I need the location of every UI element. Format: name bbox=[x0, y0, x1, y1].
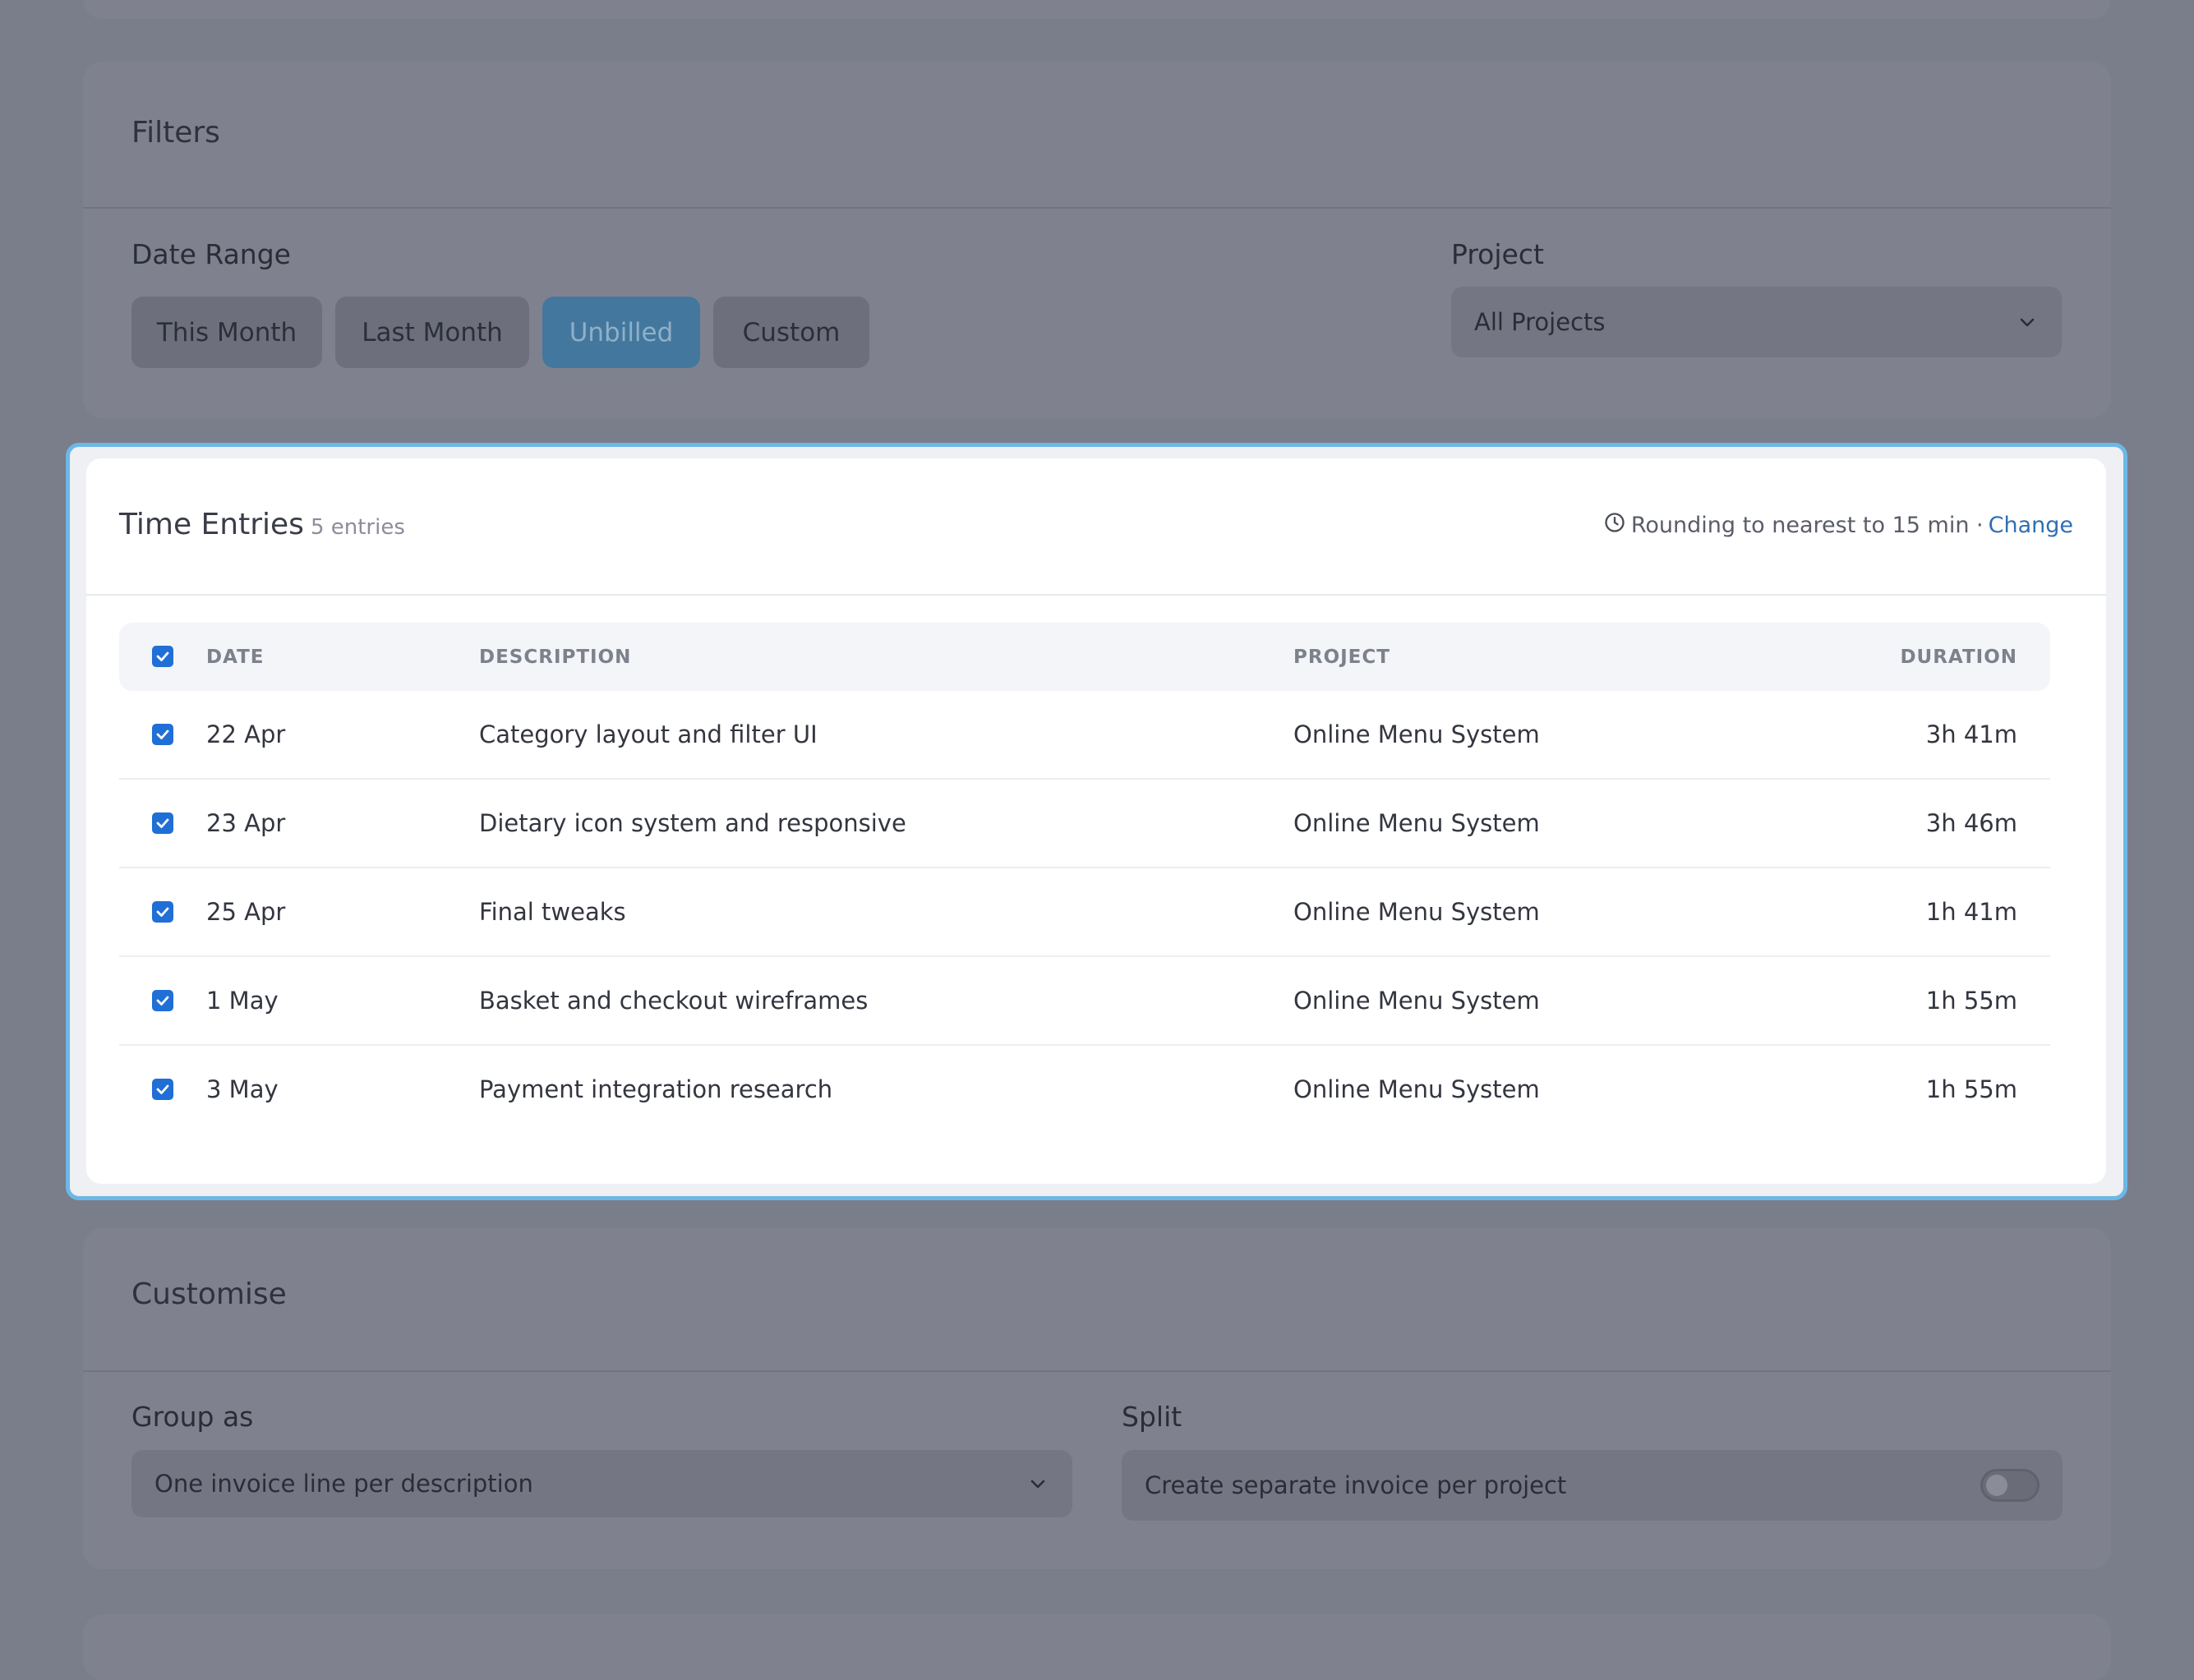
split-option-text: Create separate invoice per project bbox=[1145, 1471, 1567, 1499]
cell-project: Online Menu System bbox=[1293, 1075, 1540, 1103]
date-range-this-month-button[interactable]: This Month bbox=[131, 297, 322, 368]
checkmark-icon bbox=[156, 907, 169, 917]
filters-card: Filters Date Range This Month Last Month… bbox=[83, 62, 2111, 418]
checkmark-icon bbox=[156, 1084, 169, 1094]
clock-icon bbox=[1603, 511, 1626, 540]
cell-project: Online Menu System bbox=[1293, 809, 1540, 837]
filters-title: Filters bbox=[131, 116, 220, 150]
time-entries-table: DATE DESCRIPTION PROJECT DURATION 22 Apr… bbox=[119, 623, 2050, 1133]
cell-description: Category layout and filter UI bbox=[479, 720, 818, 748]
cell-date: 23 Apr bbox=[206, 809, 286, 837]
time-entries-header: Time Entries 5 entries bbox=[119, 508, 405, 541]
group-as-label: Group as bbox=[131, 1401, 254, 1433]
project-select-value: All Projects bbox=[1474, 308, 1606, 336]
cell-duration: 3h 46m bbox=[1925, 809, 2017, 837]
checkmark-icon bbox=[156, 730, 169, 739]
cell-duration: 1h 41m bbox=[1925, 898, 2017, 926]
cell-date: 25 Apr bbox=[206, 898, 286, 926]
row-checkbox[interactable] bbox=[152, 724, 173, 745]
split-option: Create separate invoice per project bbox=[1122, 1450, 2063, 1521]
table-row[interactable]: 3 May Payment integration research Onlin… bbox=[119, 1046, 2050, 1133]
previous-section-card bbox=[83, 0, 2111, 19]
column-header-date[interactable]: DATE bbox=[206, 623, 265, 691]
customise-divider bbox=[83, 1370, 2111, 1372]
table-row[interactable]: 25 Apr Final tweaks Online Menu System 1… bbox=[119, 868, 2050, 957]
cell-description: Basket and checkout wireframes bbox=[479, 987, 869, 1015]
table-row[interactable]: 22 Apr Category layout and filter UI Onl… bbox=[119, 691, 2050, 780]
row-checkbox[interactable] bbox=[152, 901, 173, 923]
cell-duration: 1h 55m bbox=[1925, 1075, 2017, 1103]
split-label: Split bbox=[1122, 1401, 1182, 1433]
cell-duration: 1h 55m bbox=[1925, 987, 2017, 1015]
cell-description: Final tweaks bbox=[479, 898, 626, 926]
group-as-select-value: One invoice line per description bbox=[154, 1470, 533, 1498]
filters-divider bbox=[83, 207, 2111, 209]
rounding-info: Rounding to nearest to 15 min · Change bbox=[1603, 511, 2073, 540]
customise-card: Customise Group as One invoice line per … bbox=[83, 1228, 2111, 1569]
row-checkbox[interactable] bbox=[152, 990, 173, 1011]
column-header-description[interactable]: DESCRIPTION bbox=[479, 623, 631, 691]
table-header-row: DATE DESCRIPTION PROJECT DURATION bbox=[119, 623, 2050, 691]
cell-date: 3 May bbox=[206, 1075, 279, 1103]
date-range-custom-button[interactable]: Custom bbox=[713, 297, 869, 368]
date-range-label: Date Range bbox=[131, 238, 291, 270]
rounding-change-link[interactable]: Change bbox=[1989, 513, 2073, 538]
time-entries-divider bbox=[86, 594, 2106, 596]
cell-project: Online Menu System bbox=[1293, 987, 1540, 1015]
cell-date: 1 May bbox=[206, 987, 279, 1015]
table-row[interactable]: 1 May Basket and checkout wireframes Onl… bbox=[119, 957, 2050, 1046]
next-section-card bbox=[83, 1614, 2111, 1680]
chevron-down-icon bbox=[1026, 1472, 1049, 1495]
chevron-down-icon bbox=[2016, 311, 2039, 334]
cell-description: Dietary icon system and responsive bbox=[479, 809, 906, 837]
row-checkbox[interactable] bbox=[152, 812, 173, 834]
row-checkbox[interactable] bbox=[152, 1079, 173, 1100]
cell-project: Online Menu System bbox=[1293, 720, 1540, 748]
table-row[interactable]: 23 Apr Dietary icon system and responsiv… bbox=[119, 780, 2050, 868]
project-select[interactable]: All Projects bbox=[1451, 287, 2062, 357]
cell-date: 22 Apr bbox=[206, 720, 286, 748]
cell-description: Payment integration research bbox=[479, 1075, 833, 1103]
time-entries-count: 5 entries bbox=[310, 515, 405, 540]
customise-title: Customise bbox=[131, 1277, 287, 1311]
group-as-select[interactable]: One invoice line per description bbox=[131, 1450, 1072, 1517]
split-toggle[interactable] bbox=[1980, 1469, 2040, 1502]
time-entries-focus-frame: Time Entries 5 entries Rounding to neares… bbox=[66, 443, 2127, 1200]
date-range-unbilled-button[interactable]: Unbilled bbox=[542, 297, 700, 368]
rounding-text: Rounding to nearest to 15 min · bbox=[1630, 513, 1984, 538]
time-entries-card: Time Entries 5 entries Rounding to neares… bbox=[86, 458, 2106, 1184]
column-header-project[interactable]: PROJECT bbox=[1293, 623, 1390, 691]
cell-project: Online Menu System bbox=[1293, 898, 1540, 926]
select-all-checkbox[interactable] bbox=[152, 646, 173, 667]
cell-duration: 3h 41m bbox=[1925, 720, 2017, 748]
checkmark-icon bbox=[156, 818, 169, 828]
checkmark-icon bbox=[156, 651, 169, 661]
project-label: Project bbox=[1451, 238, 1544, 270]
checkmark-icon bbox=[156, 996, 169, 1006]
column-header-duration[interactable]: DURATION bbox=[1900, 623, 2017, 691]
toggle-knob bbox=[1986, 1475, 2007, 1496]
date-range-last-month-button[interactable]: Last Month bbox=[335, 297, 529, 368]
time-entries-title: Time Entries bbox=[119, 508, 304, 541]
